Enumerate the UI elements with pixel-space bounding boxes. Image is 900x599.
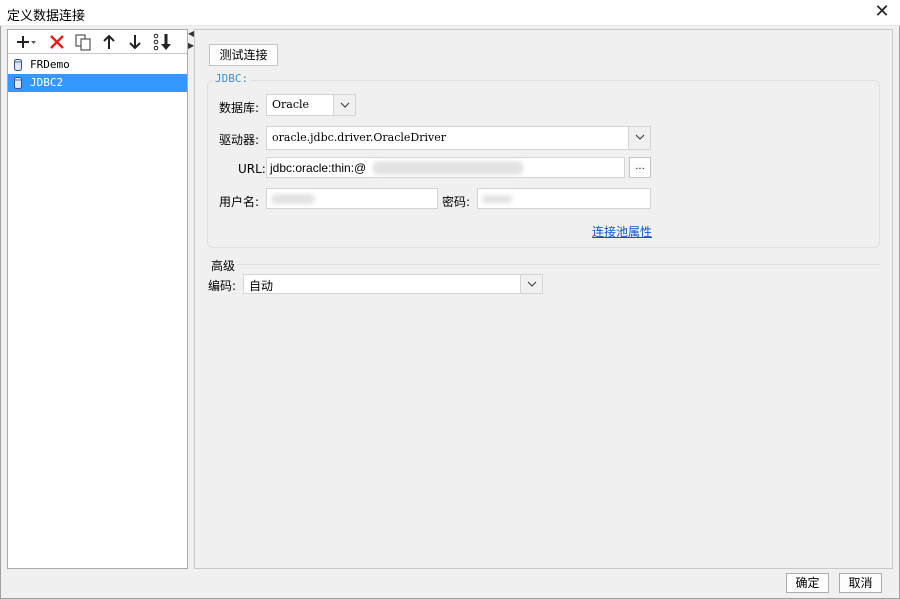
chevron-down-icon[interactable] bbox=[628, 127, 650, 149]
url-value: jdbc:oracle:thin:@ bbox=[270, 161, 367, 175]
advanced-title: 高级 bbox=[211, 259, 236, 273]
ok-button[interactable]: 确定 bbox=[786, 573, 829, 593]
connection-item-frdemo[interactable]: FRDemo bbox=[8, 56, 187, 74]
advanced-divider bbox=[237, 264, 880, 265]
connection-tree: FRDemo JDBC2 bbox=[8, 56, 187, 92]
database-value: Oracle bbox=[272, 98, 310, 111]
chevron-down-icon[interactable] bbox=[333, 95, 355, 115]
encoding-value: 自动 bbox=[249, 279, 274, 293]
driver-select[interactable]: oracle.jdbc.driver.OracleDriver bbox=[266, 126, 651, 150]
add-icon[interactable] bbox=[14, 32, 36, 52]
url-input[interactable]: jdbc:oracle:thin:@ bbox=[266, 157, 625, 178]
password-input[interactable] bbox=[477, 188, 651, 209]
connection-pool-link[interactable]: 连接池属性 bbox=[592, 223, 652, 240]
driver-value: oracle.jdbc.driver.OracleDriver bbox=[272, 131, 446, 144]
database-select[interactable]: Oracle bbox=[266, 94, 356, 116]
redacted-url bbox=[373, 161, 523, 175]
connection-list-pane: FRDemo JDBC2 bbox=[7, 29, 188, 569]
cancel-button[interactable]: 取消 bbox=[839, 573, 882, 593]
window-title: 定义数据连接 bbox=[7, 9, 86, 24]
connection-item-jdbc2[interactable]: JDBC2 bbox=[8, 74, 187, 92]
url-browse-button[interactable]: ... bbox=[629, 157, 651, 178]
database-icon bbox=[14, 59, 22, 71]
redacted-username bbox=[271, 194, 315, 204]
connection-settings-pane: 测试连接 JDBC: 数据库: Oracle 驱动器: oracle.jdbc.… bbox=[194, 29, 893, 569]
connection-toolbar bbox=[8, 30, 187, 54]
close-icon[interactable]: ✕ bbox=[872, 2, 892, 22]
username-input[interactable] bbox=[266, 188, 438, 209]
move-down-icon[interactable] bbox=[125, 32, 147, 52]
delete-icon[interactable] bbox=[47, 32, 69, 52]
username-label: 用户名: bbox=[219, 195, 260, 209]
test-connection-button[interactable]: 测试连接 bbox=[209, 44, 278, 66]
encoding-label: 编码: bbox=[208, 279, 237, 293]
url-label: URL: bbox=[238, 162, 266, 176]
database-icon bbox=[14, 77, 22, 89]
redacted-password bbox=[482, 195, 512, 203]
copy-icon[interactable] bbox=[73, 32, 95, 52]
chevron-down-icon[interactable] bbox=[520, 275, 542, 293]
driver-label: 驱动器: bbox=[219, 133, 260, 147]
database-label: 数据库: bbox=[219, 101, 260, 115]
move-up-icon[interactable] bbox=[99, 32, 121, 52]
password-label: 密码: bbox=[442, 195, 471, 209]
encoding-select[interactable]: 自动 bbox=[243, 274, 543, 294]
connection-label: JDBC2 bbox=[30, 76, 64, 89]
title-bar: 定义数据连接 ✕ bbox=[0, 0, 900, 26]
sort-icon[interactable] bbox=[151, 32, 177, 52]
connection-label: FRDemo bbox=[30, 58, 70, 71]
jdbc-group-title: JDBC: bbox=[213, 72, 251, 85]
